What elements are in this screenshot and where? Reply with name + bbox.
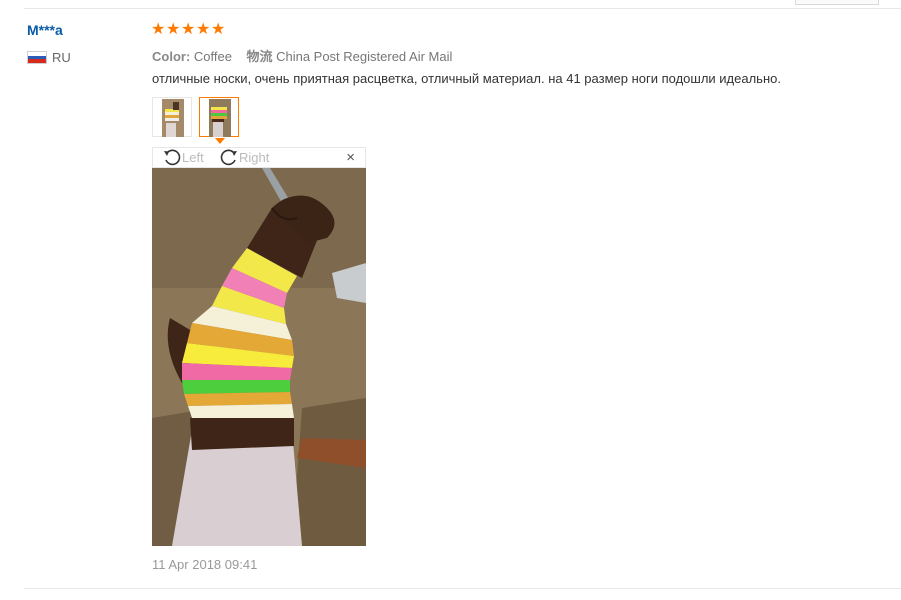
- rotate-left-button[interactable]: Left: [162, 148, 204, 167]
- shipping-value: China Post Registered Air Mail: [276, 49, 453, 64]
- star-icon: ★: [166, 21, 181, 38]
- star-icon: ★: [196, 21, 211, 38]
- thumbnail-image: [209, 99, 231, 137]
- star-icon: ★: [181, 21, 196, 38]
- review-date: 11 Apr 2018 09:41: [152, 557, 258, 572]
- close-icon[interactable]: ×: [346, 150, 355, 166]
- order-info: Color: Coffee 物流 China Post Registered A…: [152, 46, 452, 65]
- selected-indicator: [215, 138, 225, 144]
- color-value: Coffee: [193, 49, 232, 64]
- review-photo: [152, 168, 366, 546]
- image-viewer-toolbar: Left Right ×: [152, 147, 366, 168]
- thumbnail-image: [162, 99, 184, 137]
- bottom-divider: [24, 588, 901, 589]
- top-divider: [24, 8, 901, 9]
- rotate-right-label: Right: [239, 150, 270, 165]
- review-comment: отличные носки, очень приятная расцветка…: [152, 71, 781, 86]
- star-icon: ★: [151, 21, 166, 38]
- rotate-right-icon: [220, 149, 237, 166]
- top-control[interactable]: [795, 0, 879, 5]
- star-icon: ★: [211, 21, 226, 38]
- shipping-label: 物流: [246, 49, 273, 64]
- rotate-right-button[interactable]: Right: [219, 148, 269, 167]
- rotate-left-icon: [164, 149, 181, 166]
- review-thumbnail-2[interactable]: [199, 97, 239, 137]
- reviewer-name[interactable]: M***a: [27, 22, 63, 38]
- reviewer-country: RU: [52, 50, 71, 65]
- review-thumbnail-1[interactable]: [152, 97, 192, 137]
- flag-ru-icon: [27, 51, 47, 64]
- color-label: Color:: [152, 49, 191, 64]
- star-rating: ★ ★ ★ ★ ★: [151, 21, 226, 38]
- rotate-left-label: Left: [182, 150, 204, 165]
